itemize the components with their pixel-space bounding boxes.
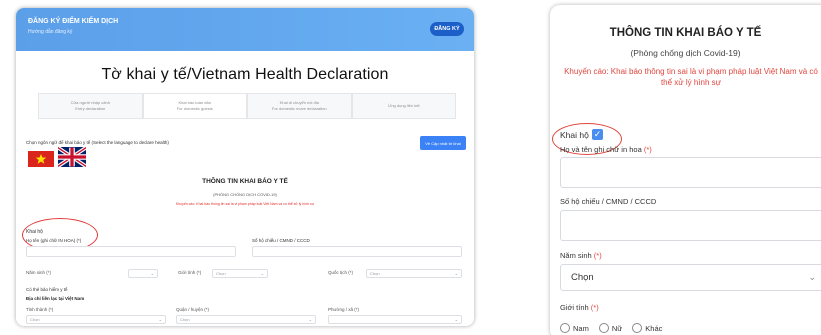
gender-select-value: Chọn [216,271,226,276]
info-title: THÔNG TIN KHAI BÁO Y TẾ [202,178,288,185]
birth-year-label-text: Năm sinh [560,251,592,260]
nationality-select[interactable]: Chọn ⌄ [366,269,462,278]
birth-year-select[interactable]: Chọn ⌄ [560,264,821,291]
birth-year-label: Năm sinh (*) [560,251,602,260]
insurance-label: Có thẻ bảo hiểm y tế [26,287,68,292]
nationality-select-value: Chọn [370,271,380,276]
tab-sublabel: For domestic move declaration [271,106,327,111]
radio-label: Khác [645,323,663,333]
tab-linked-app[interactable]: Ứng dụng liên kết [351,93,456,119]
chevron-down-icon: ⌄ [808,272,816,282]
district-select-value: Chọn [180,317,190,322]
legal-warning: Khuyến cáo: Khai báo thông tin sai là vi… [175,202,315,206]
birth-year-label: Năm sinh (*) [26,270,52,275]
radio-label: Nam [573,323,589,333]
proxy-checkbox-label: Khai hộ [560,130,589,140]
gender-label: Giới tính (*) [560,303,599,312]
id-input[interactable] [560,210,821,241]
radio-circle-icon [598,323,609,333]
chevron-down-icon: ⌄ [308,317,312,322]
form-title: THÔNG TIN KHAI BÁO Y TẾ [609,27,762,39]
header-subtitle-link[interactable]: Hướng dẫn đăng ký [28,29,72,35]
province-select[interactable]: Chọn ⌄ [26,315,166,324]
gender-radio-other[interactable]: Khác [632,323,662,333]
chevron-down-icon: ⌄ [454,271,458,276]
header-title: ĐĂNG KÝ ĐIỂM KIỂM DỊCH [28,18,119,25]
nationality-label: Quốc tịch (*) [328,270,354,275]
id-label: Số hộ chiếu / CMND / CCCD [252,238,310,243]
ward-select[interactable]: ⌄ [328,315,462,324]
district-select[interactable]: Chọn ⌄ [176,315,316,324]
tab-entry[interactable]: Cửa người nhập cảnh Entry declaration [38,93,143,119]
radio-label: Nữ [611,323,623,333]
tab-domestic[interactable]: Khai báo toàn dân For domestic guests [142,93,247,119]
name-input[interactable] [26,246,236,257]
chevron-down-icon: ⌄ [150,271,154,276]
header-bar: ĐĂNG KÝ ĐIỂM KIỂM DỊCH Hướng dẫn đăng ký… [16,8,474,51]
required-mark: (*) [593,251,602,260]
name-label: Họ tên (ghi chữ IN HOA) (*) [26,238,82,243]
tab-sublabel: Entry declaration [75,106,106,111]
desktop-form-screenshot: ĐĂNG KÝ ĐIỂM KIỂM DỊCH Hướng dẫn đăng ký… [16,8,474,326]
uk-flag-icon[interactable] [58,147,86,167]
page-title: Tờ khai y tế/Vietnam Health Declaration [101,66,389,83]
name-label-text: Họ và tên ghi chữ in hoa [560,145,642,154]
chevron-down-icon: ⌄ [454,317,458,322]
register-button[interactable]: ĐĂNG KÝ [430,22,464,36]
gender-radio-male[interactable]: Nam [560,323,589,333]
required-mark: (*) [643,145,652,154]
gender-radio-female[interactable]: Nữ [598,323,623,333]
gender-label-text: Giới tính [560,303,589,312]
info-subtitle: (PHÒNG CHỐNG DỊCH COVID-19) [213,192,277,197]
gender-select[interactable]: Chọn ⌄ [212,269,268,278]
name-label: Họ và tên ghi chữ in hoa (*) [560,145,652,154]
gender-label: Giới tính (*) [178,270,202,275]
province-label: Tỉnh thành (*) [26,307,54,312]
radio-circle-icon [560,323,570,333]
chevron-down-icon: ⌄ [260,271,264,276]
mobile-form-screenshot: THÔNG TIN KHAI BÁO Y TẾ (Phòng chống dịc… [550,5,821,335]
address-section-title: Địa chỉ liên lạc tại Việt Nam [26,296,85,301]
proxy-checkbox[interactable]: ✓ [592,129,603,140]
birth-year-select-value: Chọn [571,272,594,283]
required-mark: (*) [590,303,599,312]
proxy-checkbox-label[interactable]: Khai hộ [26,229,43,235]
id-label: Số hộ chiếu / CMND / CCCD [560,197,657,206]
tab-domestic-move[interactable]: Khai di chuyển nội địa For domestic move… [247,93,352,119]
id-input[interactable] [252,246,462,257]
district-label: Quận / huyện (*) [176,307,210,312]
ward-label: Phường / xã (*) [328,307,359,312]
province-select-value: Chọn [30,317,40,322]
legal-warning: Khuyến cáo: Khai báo thông tin sai là vi… [564,67,818,87]
update-declaration-button[interactable]: Về Cập nhật tờ khai [420,136,466,150]
chevron-down-icon: ⌄ [158,317,162,322]
birth-year-select[interactable]: ⌄ [128,269,158,278]
gender-radio-group: Nam Nữ Khác [560,323,662,333]
tab-label: Ứng dụng liên kết [387,103,420,108]
declaration-tabs: Cửa người nhập cảnh Entry declaration Kh… [38,93,456,119]
checkmark-icon: ✓ [593,129,602,139]
tab-sublabel: For domestic guests [176,106,213,111]
name-input[interactable] [560,157,821,188]
vietnam-flag-icon[interactable] [28,151,54,167]
radio-circle-icon [632,323,643,333]
language-prompt: Chọn ngôn ngữ để khai báo y tế (Select t… [26,140,169,145]
form-subtitle: (Phòng chống dịch Covid-19) [630,48,741,58]
